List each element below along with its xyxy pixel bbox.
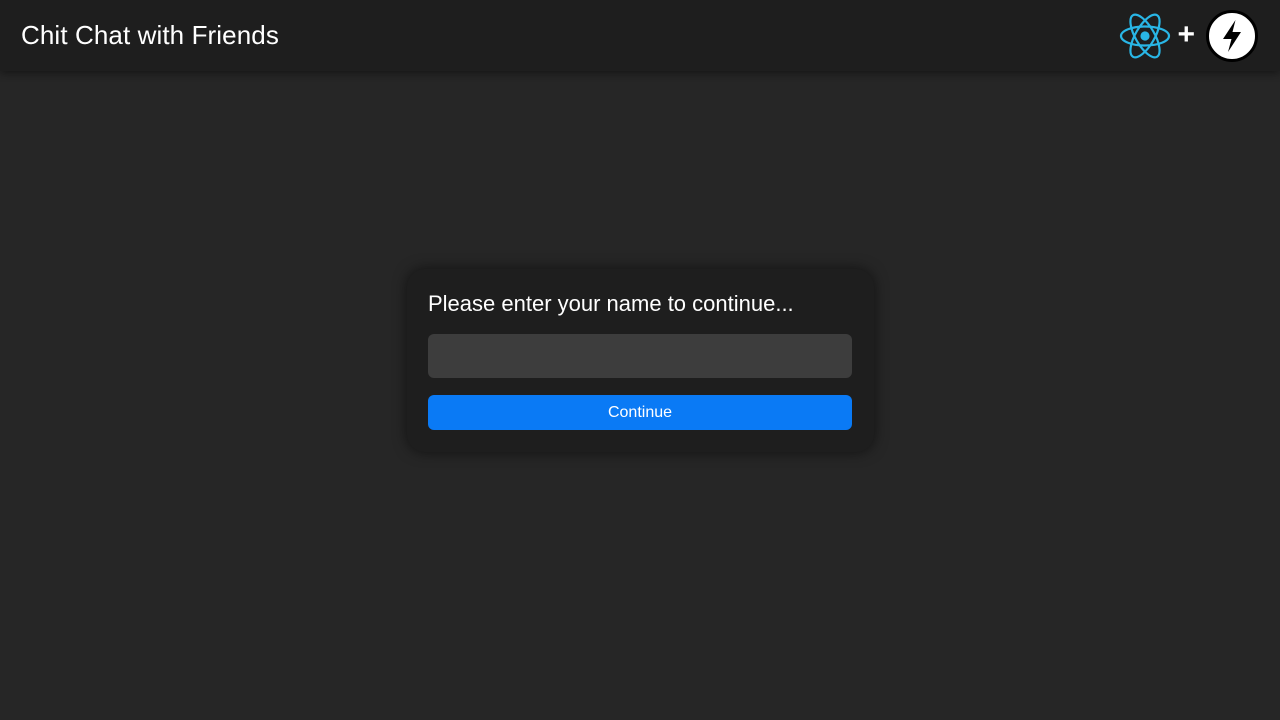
logos-group: +: [1118, 10, 1258, 62]
name-input[interactable]: [428, 334, 852, 378]
lightning-bolt-logo-icon: [1206, 10, 1258, 62]
react-logo-icon: [1120, 13, 1171, 59]
app-header: Chit Chat with Friends +: [0, 0, 1280, 71]
name-prompt: Please enter your name to continue...: [428, 291, 794, 316]
plus-sign: +: [1177, 18, 1195, 51]
continue-button[interactable]: Continue: [428, 395, 852, 430]
name-entry-dialog: Please enter your name to continue... Co…: [407, 269, 874, 452]
app-root: Chit Chat with Friends + Please enter yo…: [0, 0, 1280, 720]
app-title: Chit Chat with Friends: [21, 20, 279, 50]
